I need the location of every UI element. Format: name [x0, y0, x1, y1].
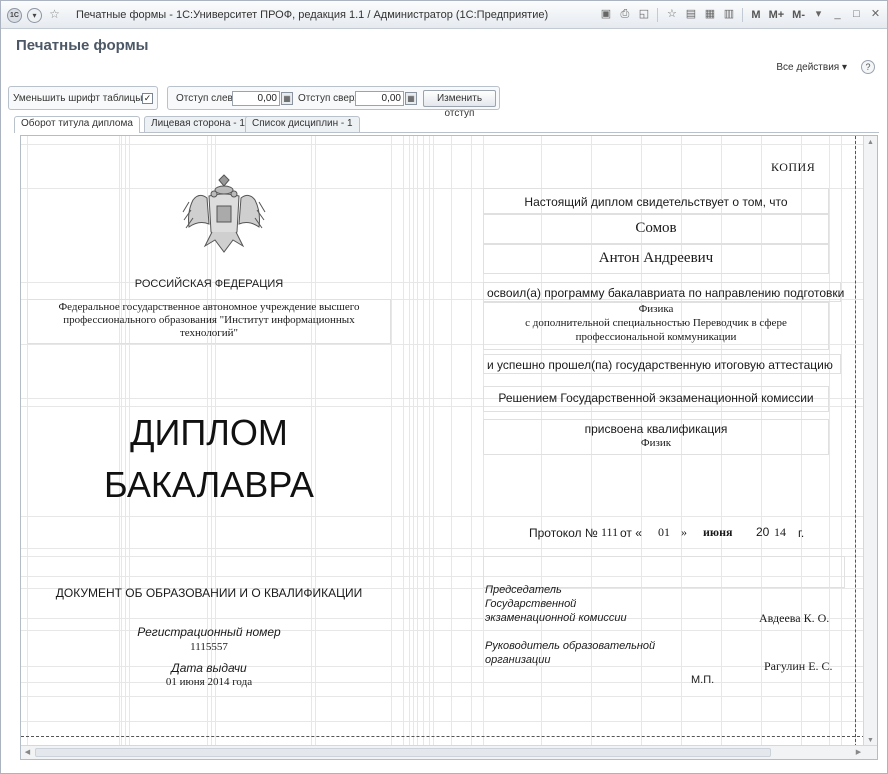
save-icon[interactable]: ▣ [598, 7, 613, 22]
head-title-1: Руководитель образовательной [485, 640, 656, 652]
qualification-awarded: присвоена квалификация [584, 422, 728, 436]
document-type: ДОКУМЕНТ ОБ ОБРАЗОВАНИИ И О КВАЛИФИКАЦИИ [55, 586, 363, 600]
stamp-mark: М.П. [691, 674, 715, 686]
indent-group: Отступ слева: 0,00 ▦ Отступ сверху: 0,00… [167, 86, 500, 119]
top-indent-calc-icon[interactable]: ▦ [405, 92, 417, 105]
tab-diploma-back[interactable]: Оборот титула диплома [14, 116, 140, 133]
app-logo-icon[interactable]: 1C [7, 8, 22, 23]
minimize-icon[interactable]: _ [830, 7, 845, 22]
program-text: освоил(а) программу бакалавриата по напр… [487, 286, 845, 300]
reduce-font-label: Уменьшить шрифт таблицы: [13, 93, 146, 104]
reduce-font-checkbox[interactable]: ✓ [142, 93, 153, 104]
horizontal-scrollbar[interactable]: ◀ ▶ [21, 745, 877, 759]
dropdown-icon[interactable]: ▾ [811, 7, 826, 22]
registration-number-label: Регистрационный номер [137, 625, 281, 639]
specialty-line-2: профессиональной коммуникации [575, 331, 737, 343]
institution-line-2: профессионального образования "Институт … [63, 314, 355, 326]
chair-title-1: Председатель [485, 584, 562, 596]
favorite-star-icon[interactable]: ☆ [47, 8, 62, 23]
country-name: РОССИЙСКАЯ ФЕДЕРАЦИЯ [134, 278, 284, 290]
head-title-2: организации [485, 654, 551, 666]
print-icon[interactable]: ⎙ [617, 7, 632, 22]
favorites-list-icon[interactable]: ▤ [683, 7, 698, 22]
qualification: Физик [640, 437, 672, 449]
tab-disciplines-list[interactable]: Список дисциплин - 1 [245, 116, 360, 132]
protocol-day: 01 [658, 525, 670, 539]
institution-line-3: технологий" [179, 327, 239, 339]
all-actions-menu[interactable]: Все действия ▾ [776, 62, 847, 73]
direction: Физика [638, 303, 674, 315]
scroll-left-icon[interactable]: ◀ [21, 746, 34, 759]
change-indent-button[interactable]: Изменить отступ [423, 90, 496, 119]
memory-minus-button[interactable]: M- [790, 9, 807, 21]
issue-date: 01 июня 2014 года [165, 676, 253, 688]
student-name: Антон Андреевич [598, 250, 714, 266]
protocol-month: июня [703, 525, 733, 539]
protocol-year-g: г. [798, 526, 805, 540]
chair-title-2: Государственной [485, 598, 577, 610]
attestation-text: и успешно прошел(па) государственную ито… [487, 358, 833, 372]
coat-of-arms-icon [182, 174, 266, 253]
protocol-year-prefix: 20 [756, 525, 770, 539]
head-name: Рагулин Е. С. [764, 659, 833, 673]
copy-mark: КОПИЯ [771, 160, 816, 174]
main-window: 1C ▾ ☆ Печатные формы - 1С:Университет П… [0, 0, 888, 774]
protocol-from: от « [620, 526, 642, 540]
calendar-icon[interactable]: ▥ [721, 7, 736, 22]
help-icon[interactable]: ? [861, 60, 875, 74]
top-indent-input[interactable]: 0,00 [355, 91, 404, 106]
certifies-text: Настоящий диплом свидетельствует о том, … [524, 195, 788, 209]
issue-date-label: Дата выдачи [171, 661, 247, 675]
left-indent-input[interactable]: 0,00 [232, 91, 280, 106]
registration-number: 1115557 [190, 641, 228, 653]
main-menu-icon[interactable]: ▾ [27, 8, 42, 23]
student-surname: Сомов [635, 220, 677, 236]
window-title: Печатные формы - 1С:Университет ПРОФ, ре… [76, 9, 549, 21]
scroll-up-icon[interactable]: ▲ [864, 136, 877, 149]
scroll-right-icon[interactable]: ▶ [852, 746, 865, 759]
diploma-title-line-1: ДИПЛОМ [130, 412, 288, 453]
chair-title-3: экзаменационной комиссии [485, 612, 627, 624]
title-bar: 1C ▾ ☆ Печатные формы - 1С:Университет П… [1, 1, 887, 29]
tab-front-side[interactable]: Лицевая сторона - 1 [144, 116, 252, 132]
page-title: Печатные формы [16, 37, 149, 54]
vertical-scrollbar[interactable]: ▲ ▼ [863, 136, 877, 747]
spreadsheet-document[interactable]: РОССИЙСКАЯ ФЕДЕРАЦИЯ Федеральное государ… [20, 135, 878, 760]
font-group: Уменьшить шрифт таблицы: ✓ [8, 86, 158, 110]
protocol-quote: » [681, 525, 687, 539]
calculator-icon[interactable]: ▦ [702, 7, 717, 22]
left-indent-calc-icon[interactable]: ▦ [281, 92, 293, 105]
protocol-year-suffix: 14 [774, 525, 786, 539]
protocol-number: 111 [601, 525, 619, 539]
diploma-title-line-2: БАКАЛАВРА [104, 464, 314, 505]
specialty-line-1: с дополнительной специальностью Переводч… [525, 317, 787, 329]
chair-name: Авдеева К. О. [759, 611, 830, 625]
maximize-icon[interactable]: □ [849, 7, 864, 22]
commission-decision: Решением Государственной экзаменационной… [498, 391, 814, 405]
protocol-label: Протокол № [529, 526, 598, 540]
memory-m-button[interactable]: M [749, 9, 762, 21]
institution-line-1: Федеральное государственное автономное у… [58, 301, 360, 313]
horizontal-scroll-thumb[interactable] [35, 748, 771, 757]
close-icon[interactable]: ✕ [868, 7, 883, 22]
preview-icon[interactable]: ◱ [636, 7, 651, 22]
memory-plus-button[interactable]: M+ [767, 9, 787, 21]
favorite-icon[interactable]: ☆ [664, 7, 679, 22]
